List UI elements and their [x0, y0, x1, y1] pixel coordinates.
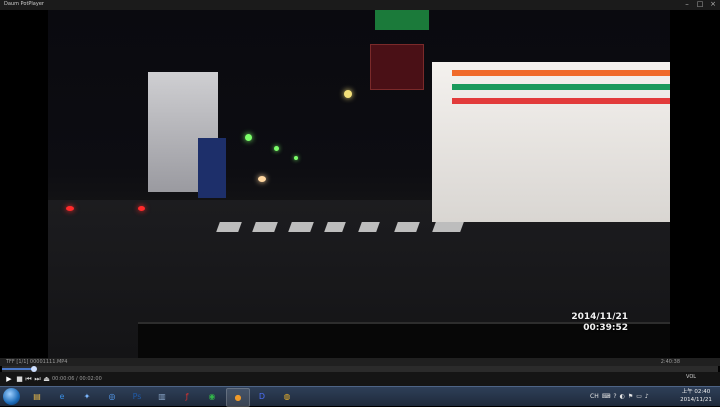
crosswalk-stripe — [252, 222, 278, 232]
clock[interactable]: 上午 02:40 2014/11/21 — [678, 388, 714, 404]
crosswalk-stripe — [324, 222, 346, 232]
app-title: Daum PotPlayer — [4, 1, 44, 7]
taskbar: ▤ e ✦ ◎ Ps ▥ ƒ ◉ ● D ◍ CH ⌨? ◐ ⚑ ▭ ♪ 上午 02:40 2014/11/2… — [0, 386, 720, 407]
volume-control[interactable]: VOL — [686, 374, 704, 384]
photoshop-icon[interactable]: Ps — [126, 388, 148, 405]
time-display: 00:00:06 / 00:02:00 — [52, 376, 102, 382]
store-stripe-red — [452, 98, 670, 104]
video-viewport[interactable]: 2014/11/21 00:39:52 — [0, 10, 720, 358]
ie-icon[interactable]: e — [51, 388, 73, 405]
language-indicator[interactable]: CH — [590, 393, 599, 400]
volume-icon[interactable]: ♪ — [645, 393, 649, 400]
tail-light — [138, 206, 145, 211]
store-stripe-orange — [452, 70, 670, 76]
crosswalk-stripe — [394, 222, 420, 232]
osd-time: 00:39:52 — [583, 323, 628, 333]
window-controls: – □ × — [682, 0, 718, 10]
next-icon[interactable]: ⏭ — [33, 374, 42, 384]
street-light — [245, 134, 252, 141]
app-blue-icon[interactable]: ◎ — [101, 388, 123, 405]
clock-date: 2014/11/21 — [680, 397, 712, 403]
potplayer-icon[interactable]: ● — [226, 388, 250, 407]
truck-cab — [198, 138, 226, 198]
seek-progress — [2, 368, 35, 370]
headlight — [258, 176, 266, 182]
tail-light — [66, 206, 74, 211]
play-icon[interactable]: ▶ — [4, 374, 14, 384]
mercury-icon[interactable]: ✦ — [76, 388, 98, 405]
crosswalk-stripe — [216, 222, 242, 232]
stop-icon[interactable]: ■ — [15, 374, 24, 384]
video-frame: 2014/11/21 00:39:52 — [48, 10, 670, 358]
crosswalk-stripe — [432, 222, 464, 232]
prev-icon[interactable]: ⏮ — [24, 374, 33, 384]
line-icon[interactable]: ◉ — [201, 388, 223, 405]
duration-label: 2:40:38 — [660, 359, 680, 365]
street-light — [344, 90, 352, 98]
document-icon[interactable]: ▥ — [151, 388, 173, 405]
street-sign-red — [370, 44, 424, 90]
maximize-button[interactable]: □ — [695, 0, 705, 9]
osd-date: 2014/11/21 — [571, 312, 628, 322]
keyboard-icon[interactable]: ⌨ — [602, 393, 611, 400]
crosswalk-stripe — [288, 222, 314, 232]
flag-icon[interactable]: ⚑ — [628, 393, 633, 400]
street-light — [274, 146, 279, 151]
minimize-button[interactable]: – — [682, 0, 692, 9]
crosswalk-stripe — [358, 222, 380, 232]
daum-icon[interactable]: D — [251, 388, 273, 405]
network-icon[interactable]: ◐ — [620, 393, 625, 400]
eject-icon[interactable]: ⏏ — [42, 374, 51, 384]
help-icon[interactable]: ? — [613, 393, 616, 400]
close-button[interactable]: × — [708, 0, 718, 9]
playback-controls: ▶ ■ ⏮ ⏭ ⏏ 00:00:06 / 00:02:00 VOL — [0, 372, 720, 386]
system-tray: CH ⌨? ◐ ⚑ ▭ ♪ — [590, 388, 649, 405]
store-stripe-green — [452, 84, 670, 90]
display-icon[interactable]: ▭ — [636, 393, 642, 400]
start-button[interactable] — [3, 388, 20, 405]
street-sign-green — [375, 10, 429, 30]
status-bar: TFF [1/1] 00001111.MP4 2:40:38 — [0, 358, 720, 366]
explorer-icon[interactable]: ▤ — [26, 388, 48, 405]
flash-icon[interactable]: ƒ — [176, 388, 198, 405]
clock-time: 上午 02:40 — [681, 389, 711, 395]
file-info: TFF [1/1] 00001111.MP4 — [6, 359, 68, 365]
street-light — [294, 156, 298, 160]
chrome-icon[interactable]: ◍ — [276, 388, 298, 405]
